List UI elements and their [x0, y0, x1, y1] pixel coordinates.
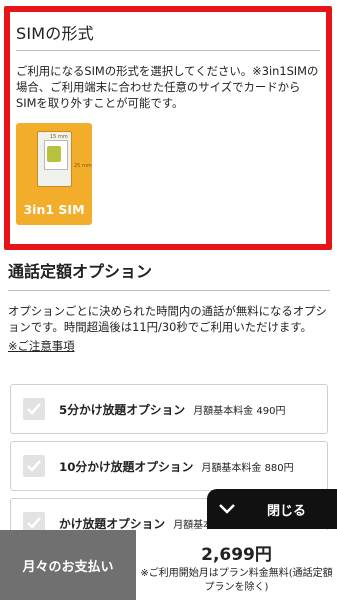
call-option-title: 通話定額オプション — [8, 258, 330, 291]
sim-format-section: SIMの形式 ご利用になるSIMの形式を選択してください。※3in1SIMの場合… — [4, 6, 332, 250]
close-button-label: 閉じる — [267, 503, 307, 519]
sim-chip-icon — [47, 146, 61, 162]
monthly-payment-label: 月々のお支払い — [0, 530, 136, 600]
sim-card-label: 3in1 SIM — [23, 202, 85, 217]
payment-amount: 2,699円 — [201, 545, 272, 565]
call-option-section: 通話定額オプション オプションごとに決められた時間内の通話が無料になるオプション… — [8, 258, 330, 354]
option-10min[interactable]: 10分かけ放題オプション 月額基本料金 880円 — [10, 441, 328, 491]
chevron-down-icon — [219, 504, 241, 514]
call-option-description: オプションごとに決められた時間内の通話が無料になるオプションです。時間超過後は1… — [8, 304, 327, 334]
option-name: 10分かけ放題オプション — [59, 459, 194, 474]
sim-format-title: SIMの形式 — [16, 16, 320, 51]
checkbox[interactable] — [23, 455, 45, 477]
caution-link[interactable]: ※ご注意事項 — [8, 338, 75, 354]
payment-bar: 月々のお支払い 2,699円 ※ご利用開始月はプラン料金無料(通話定額プランを除… — [0, 530, 337, 600]
check-icon — [27, 460, 41, 472]
sim-card-3in1[interactable]: 15 mm 25 mm 3in1 SIM — [16, 123, 92, 225]
sim-dim-height: 25 mm — [74, 163, 92, 169]
checkbox[interactable] — [23, 398, 45, 420]
option-name: 5分かけ放題オプション — [59, 402, 186, 417]
payment-info: 2,699円 ※ご利用開始月はプラン料金無料(通話定額プランを除く) — [136, 530, 337, 600]
option-name: かけ放題オプション — [59, 516, 166, 531]
option-price: 月額基本料金 490円 — [193, 405, 286, 417]
check-icon — [27, 517, 41, 529]
payment-note: ※ご利用開始月はプラン料金無料(通話定額プランを除く) — [140, 568, 333, 593]
sim-dim-width: 15 mm — [50, 134, 68, 140]
sim-format-description: ご利用になるSIMの形式を選択してください。※3in1SIMの場合、ご利用端末に… — [16, 64, 319, 110]
option-price: 月額基本料金 880円 — [201, 462, 294, 474]
check-icon — [27, 403, 41, 415]
option-5min[interactable]: 5分かけ放題オプション 月額基本料金 490円 — [10, 384, 328, 434]
close-button[interactable]: 閉じる — [207, 489, 337, 529]
